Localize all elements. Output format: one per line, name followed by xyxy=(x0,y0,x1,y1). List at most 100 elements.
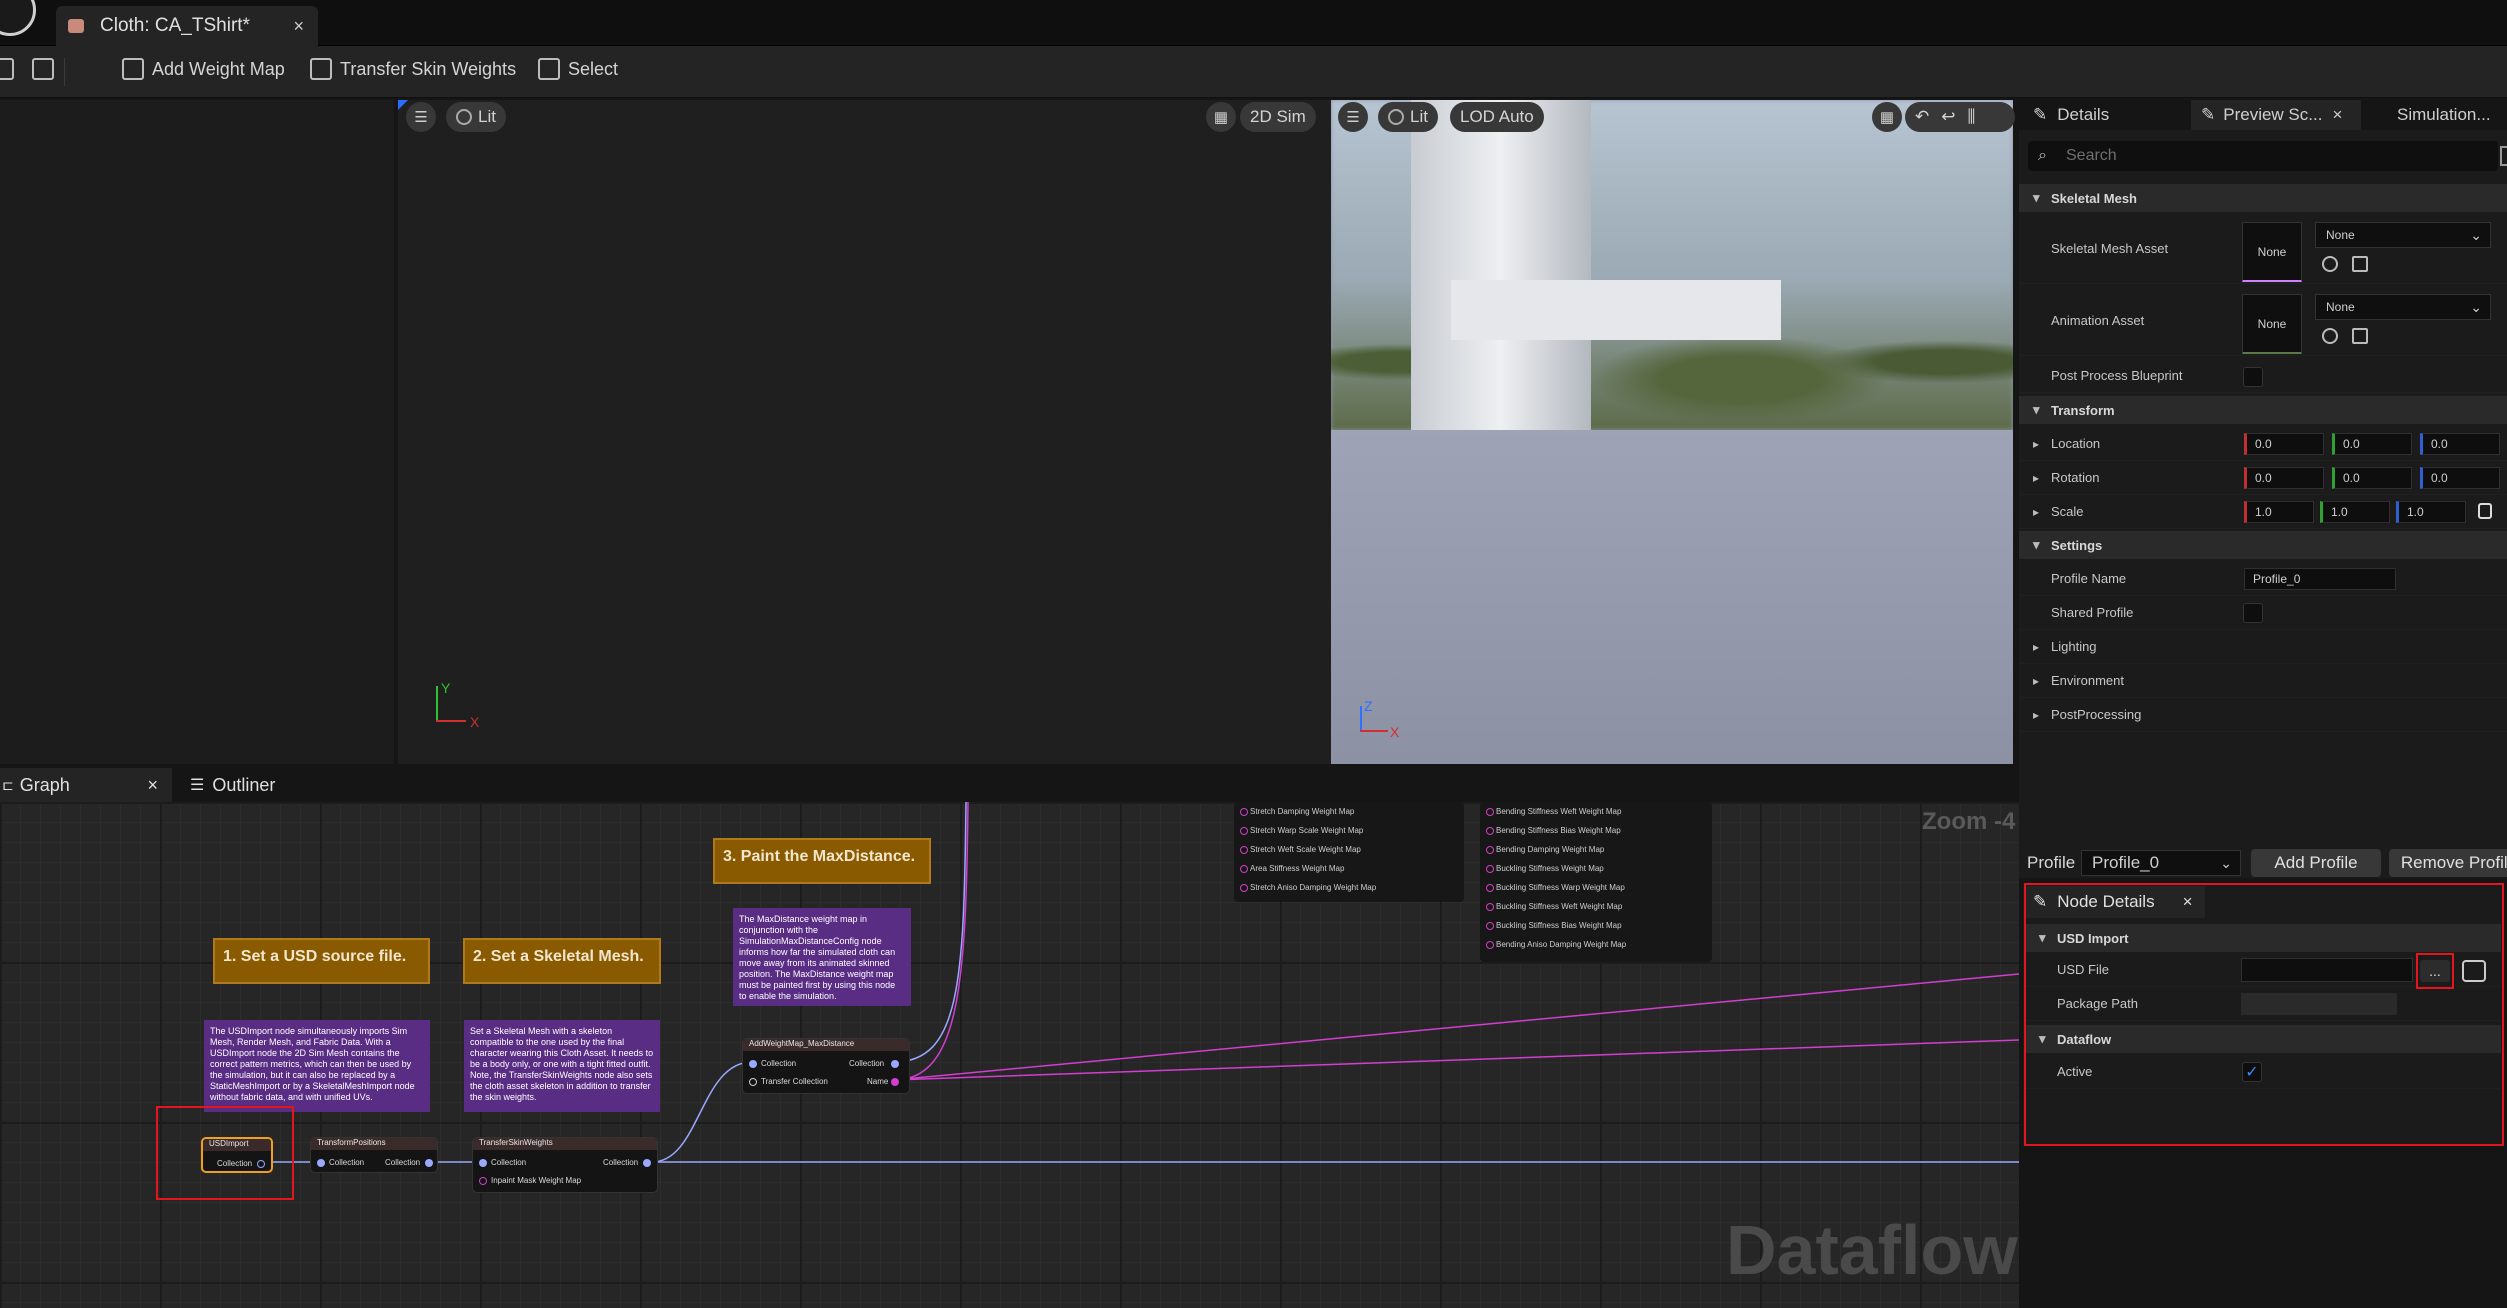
use-selected-icon[interactable] xyxy=(2322,256,2338,272)
animation-asset-thumbnail[interactable]: None xyxy=(2242,294,2302,354)
browse-button[interactable] xyxy=(32,58,62,80)
select-button[interactable]: Select xyxy=(538,58,618,80)
scale-x-field[interactable]: 1.0 xyxy=(2244,501,2314,523)
rotation-x-field[interactable]: 0.0 xyxy=(2244,467,2324,489)
scale-z-field[interactable]: 1.0 xyxy=(2396,501,2466,523)
back-icon[interactable]: ↩ xyxy=(1941,107,1955,127)
list-item[interactable]: Buckling Stiffness Weight Map xyxy=(1480,859,1712,878)
rotation-z-field[interactable]: 0.0 xyxy=(2420,467,2500,489)
location-z-field[interactable]: 0.0 xyxy=(2420,433,2500,455)
viewport3d-menu-button[interactable]: ☰ xyxy=(1338,102,1368,132)
comment-step1-title[interactable]: 1. Set a USD source file. xyxy=(213,938,430,984)
scale-y-field[interactable]: 1.0 xyxy=(2320,501,2390,523)
comment-step3-title[interactable]: 3. Paint the MaxDistance. xyxy=(713,838,931,884)
tab-outliner[interactable]: ☰ Outliner xyxy=(186,768,306,802)
add-profile-button[interactable]: Add Profile xyxy=(2251,849,2381,877)
sim-2d-viewport[interactable] xyxy=(398,100,1331,764)
output-pin-collection[interactable] xyxy=(891,1060,899,1068)
expand-arrow-icon[interactable]: ▸ xyxy=(2033,640,2039,654)
tab-graph[interactable]: ⊏ Graph × xyxy=(0,768,172,802)
list-item[interactable]: Stretch Aniso Damping Weight Map xyxy=(1234,878,1464,897)
input-pin-collection[interactable] xyxy=(317,1159,325,1167)
node-bending-weight-maps[interactable]: Bending Stiffness Weft Weight Map Bendin… xyxy=(1480,802,1712,962)
expand-arrow-icon[interactable]: ▸ xyxy=(2033,437,2039,451)
comment-step3-body[interactable]: The MaxDistance weight map in conjunctio… xyxy=(733,908,911,1006)
use-selected-icon[interactable] xyxy=(2322,328,2338,344)
preview-3d-viewport[interactable] xyxy=(1331,100,2013,764)
node-addweightmap-maxdistance[interactable]: AddWeightMap_MaxDistance Collection Coll… xyxy=(742,1038,910,1094)
output-pin-name[interactable] xyxy=(891,1078,899,1086)
tab-preview-scene[interactable]: ✎ Preview Sc... × xyxy=(2191,100,2361,130)
section-transform[interactable]: Transform xyxy=(2019,396,2507,424)
snap-icon[interactable]: ⫼ xyxy=(1968,107,1976,127)
undo-icon[interactable]: ↶ xyxy=(1915,107,1929,127)
details-search-input[interactable]: ⌕ Search xyxy=(2028,141,2498,171)
profile-name-field[interactable]: Profile_0 xyxy=(2244,568,2396,590)
rotation-y-field[interactable]: 0.0 xyxy=(2332,467,2412,489)
node-transformpositions[interactable]: TransformPositions Collection Collection xyxy=(310,1137,438,1173)
viewport3d-lit-button[interactable]: Lit xyxy=(1378,102,1438,132)
save-button[interactable] xyxy=(0,58,22,80)
row-environment[interactable]: ▸ Environment xyxy=(2019,664,2507,698)
browse-asset-icon[interactable] xyxy=(2352,256,2368,272)
list-item[interactable]: Area Stiffness Weight Map xyxy=(1234,859,1464,878)
row-postprocessing[interactable]: ▸ PostProcessing xyxy=(2019,698,2507,732)
list-item[interactable]: Bending Aniso Damping Weight Map xyxy=(1480,935,1712,954)
profile-combo[interactable]: Profile_0 ⌄ xyxy=(2081,850,2241,876)
input-pin-collection[interactable] xyxy=(479,1159,487,1167)
remove-profile-button[interactable]: Remove Profile xyxy=(2389,849,2507,877)
list-item[interactable]: Stretch Weft Scale Weight Map xyxy=(1234,840,1464,859)
input-pin-transfer-collection[interactable] xyxy=(749,1078,757,1086)
transform-tools-group[interactable]: ↶ ↩ ⫼ xyxy=(1905,102,2015,132)
list-item[interactable]: Buckling Stiffness Bias Weight Map xyxy=(1480,916,1712,935)
close-tab-icon[interactable]: × xyxy=(293,16,304,37)
viewport-menu-button[interactable]: ☰ xyxy=(406,102,436,132)
animation-asset-combo[interactable]: None ⌄ xyxy=(2315,294,2491,320)
list-item[interactable]: Buckling Stiffness Weft Weight Map xyxy=(1480,897,1712,916)
skeletal-mesh-thumbnail[interactable]: None xyxy=(2242,222,2302,282)
lit-mode-button[interactable]: Lit xyxy=(446,102,506,132)
document-tab[interactable]: Cloth: CA_TShirt* × xyxy=(56,6,318,46)
list-item[interactable]: Stretch Warp Scale Weight Map xyxy=(1234,821,1464,840)
comment-step2-title[interactable]: 2. Set a Skeletal Mesh. xyxy=(463,938,661,984)
list-item[interactable]: Stretch Damping Weight Map xyxy=(1234,802,1464,821)
skeletal-mesh-asset-combo[interactable]: None ⌄ xyxy=(2315,222,2491,248)
sim-mode-button[interactable]: 2D Sim xyxy=(1240,102,1316,132)
dataflow-graph-canvas[interactable]: Zoom -4 Dataflow 1. Set a USD source fil… xyxy=(0,802,2019,1308)
list-item[interactable]: Bending Damping Weight Map xyxy=(1480,840,1712,859)
list-item[interactable]: Buckling Stiffness Warp Weight Map xyxy=(1480,878,1712,897)
comment-step2-body[interactable]: Set a Skeletal Mesh with a skeleton comp… xyxy=(464,1020,660,1112)
output-pin-collection[interactable] xyxy=(425,1159,433,1167)
section-skeletal-mesh[interactable]: Skeletal Mesh xyxy=(2019,184,2507,212)
comment-step1-body[interactable]: The USDImport node simultaneously import… xyxy=(204,1020,430,1112)
shared-profile-checkbox[interactable] xyxy=(2243,603,2263,623)
viewport3d-options-button[interactable]: ▦ xyxy=(1872,102,1902,132)
details-menu-icon[interactable] xyxy=(2500,146,2507,166)
expand-arrow-icon[interactable]: ▸ xyxy=(2033,471,2039,485)
section-settings[interactable]: Settings xyxy=(2019,531,2507,559)
lock-icon[interactable] xyxy=(2478,503,2492,519)
location-x-field[interactable]: 0.0 xyxy=(2244,433,2324,455)
location-y-field[interactable]: 0.0 xyxy=(2332,433,2412,455)
input-pin-collection[interactable] xyxy=(749,1060,757,1068)
tab-simulation[interactable]: Simulation... xyxy=(2391,100,2507,130)
post-process-blueprint-checkbox[interactable] xyxy=(2243,367,2263,387)
list-item[interactable]: Bending Stiffness Bias Weight Map xyxy=(1480,821,1712,840)
add-weight-map-button[interactable]: Add Weight Map xyxy=(122,58,285,80)
close-tab-icon[interactable]: × xyxy=(2332,105,2342,125)
close-tab-icon[interactable]: × xyxy=(147,775,158,796)
transfer-skin-weights-button[interactable]: Transfer Skin Weights xyxy=(310,58,516,80)
node-transferskinweights[interactable]: TransferSkinWeights Collection Collectio… xyxy=(472,1137,658,1193)
lod-button[interactable]: LOD Auto xyxy=(1450,102,1544,132)
row-lighting[interactable]: ▸ Lighting xyxy=(2019,630,2507,664)
list-item[interactable]: Bending Stiffness Weft Weight Map xyxy=(1480,802,1712,821)
viewport-options-button[interactable]: ▦ xyxy=(1206,102,1236,132)
expand-arrow-icon[interactable]: ▸ xyxy=(2033,505,2039,519)
tab-details[interactable]: ✎ Details xyxy=(2027,100,2205,130)
output-pin-collection[interactable] xyxy=(643,1159,651,1167)
input-pin-inpaint-mask[interactable] xyxy=(479,1177,487,1185)
node-stretch-weight-maps[interactable]: Stretch Damping Weight Map Stretch Warp … xyxy=(1234,802,1464,902)
expand-arrow-icon[interactable]: ▸ xyxy=(2033,708,2039,722)
browse-asset-icon[interactable] xyxy=(2352,328,2368,344)
expand-arrow-icon[interactable]: ▸ xyxy=(2033,674,2039,688)
